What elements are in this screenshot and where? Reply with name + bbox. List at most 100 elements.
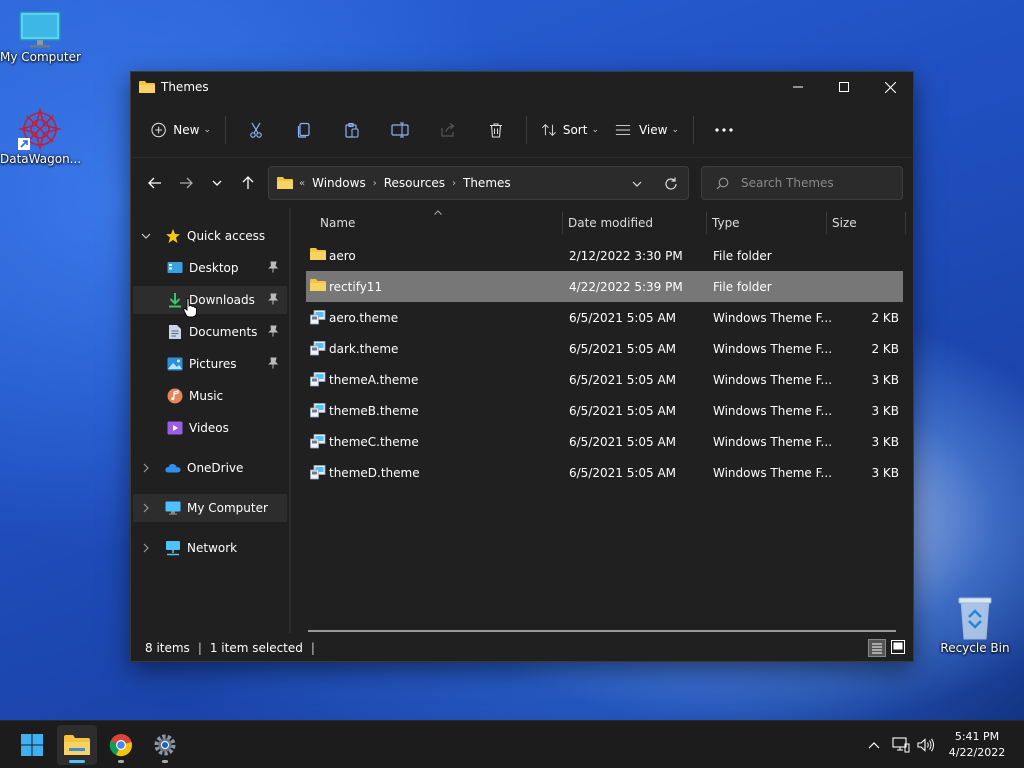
chevron-right-icon[interactable] [143, 543, 149, 553]
pin-icon[interactable] [267, 293, 279, 305]
large-icons-view-button[interactable] [890, 639, 908, 657]
desktop-icon-label: DataWagon... [0, 152, 82, 166]
theme-file-icon [310, 309, 326, 325]
file-row-dark-theme[interactable]: dark.theme 6/5/2021 5:05 AM Windows Theme … [306, 333, 903, 364]
desktop-icon-my-computer[interactable]: My Computer [0, 10, 81, 64]
active-indicator [69, 760, 85, 763]
sort-label: Sort [562, 122, 588, 137]
chevron-right-icon[interactable] [143, 503, 149, 513]
file-row-aero[interactable]: aero 2/12/2022 3:30 PM File folder [306, 240, 903, 271]
up-button[interactable] [232, 168, 263, 198]
column-header-name[interactable]: Name [320, 208, 560, 238]
maximize-button[interactable] [821, 72, 867, 102]
horizontal-scrollbar[interactable] [308, 630, 896, 632]
sidebar-item-quick-access[interactable]: Quick access [133, 222, 287, 250]
file-name: themeC.theme [329, 434, 419, 449]
desktop-icon-recycle-bin[interactable]: Recycle Bin [935, 595, 1015, 655]
sidebar-item-desktop[interactable]: Desktop [133, 254, 287, 282]
datawagon-shortcut-icon [17, 106, 63, 152]
taskbar-clock[interactable]: 5:41 PM 4/22/2022 [944, 729, 1010, 761]
volume-button[interactable] [916, 735, 936, 755]
status-bar: 8 items | 1 item selected | [131, 635, 913, 661]
sidebar-item-documents[interactable]: Documents [133, 318, 287, 346]
search-input[interactable] [741, 176, 891, 190]
forward-button[interactable] [170, 168, 201, 198]
refresh-icon[interactable] [664, 177, 678, 191]
file-date-modified: 6/5/2021 5:05 AM [569, 372, 677, 387]
pin-icon[interactable] [267, 357, 279, 369]
file-row-rectify11[interactable]: rectify11 4/22/2022 5:39 PM File folder [306, 271, 903, 302]
cut-button[interactable] [232, 113, 280, 147]
file-date-modified: 6/5/2021 5:05 AM [569, 434, 677, 449]
taskbar-chrome[interactable] [101, 725, 141, 765]
file-row-themec-theme[interactable]: themeC.theme 6/5/2021 5:05 AM Windows Them… [306, 426, 903, 457]
column-divider[interactable] [905, 212, 906, 234]
sidebar-item-onedrive[interactable]: OneDrive [133, 454, 287, 482]
sidebar-item-downloads[interactable]: Downloads [133, 286, 287, 314]
new-button[interactable]: New ⌄ [143, 113, 219, 147]
file-type: Windows Theme F... [713, 403, 833, 418]
sidebar-item-pictures[interactable]: Pictures [133, 350, 287, 378]
star-icon [165, 228, 181, 244]
start-button[interactable] [12, 725, 52, 765]
breadcrumb-themes[interactable]: Themes [463, 176, 511, 190]
sidebar-item-music[interactable]: Music [133, 382, 287, 410]
overflow-crumb[interactable]: « [299, 178, 305, 189]
column-header-date[interactable]: Date modified [568, 208, 703, 238]
column-divider[interactable] [706, 212, 707, 234]
file-row-themea-theme[interactable]: themeA.theme 6/5/2021 5:05 AM Windows Them… [306, 364, 903, 395]
sidebar-item-label: Quick access [187, 229, 266, 243]
chevron-down-icon[interactable] [632, 181, 642, 187]
sort-button[interactable]: Sort ⌄ [533, 113, 607, 147]
search-box[interactable] [701, 166, 903, 200]
sidebar-item-network[interactable]: Network [133, 534, 287, 562]
network-status-button[interactable] [891, 735, 911, 755]
breadcrumb-windows[interactable]: Windows [312, 176, 366, 190]
address-bar[interactable]: « Windows › Resources › Themes [268, 166, 689, 200]
sidebar-item-videos[interactable]: Videos [133, 414, 287, 442]
copy-button[interactable] [280, 113, 328, 147]
title-bar[interactable]: Themes [131, 72, 913, 102]
column-header-type[interactable]: Type [712, 208, 822, 238]
view-button[interactable]: View ⌄ [607, 113, 687, 147]
file-row-aero-theme[interactable]: aero.theme 6/5/2021 5:05 AM Windows Theme … [306, 302, 903, 333]
chevron-down-icon[interactable] [141, 233, 151, 239]
details-view-button[interactable] [868, 639, 886, 657]
share-button[interactable] [424, 113, 472, 147]
delete-button[interactable] [472, 113, 520, 147]
breadcrumb-resources[interactable]: Resources [384, 176, 445, 190]
share-icon [441, 122, 455, 137]
file-row-themed-theme[interactable]: themeD.theme 6/5/2021 5:05 AM Windows Them… [306, 457, 903, 488]
rename-button[interactable] [376, 113, 424, 147]
sidebar-item-my-computer[interactable]: My Computer [133, 494, 287, 522]
music-icon [167, 388, 183, 404]
back-button[interactable] [139, 168, 170, 198]
details-view-icon [872, 643, 882, 654]
desktop-icon-datawagon[interactable]: DataWagon... [0, 106, 82, 166]
chevron-right-icon[interactable]: › [452, 178, 456, 189]
folder-icon [277, 177, 293, 189]
toolbar-divider [526, 115, 527, 144]
chevron-right-icon[interactable]: › [373, 178, 377, 189]
column-divider[interactable] [826, 212, 827, 234]
show-hidden-icons-button[interactable] [864, 735, 884, 755]
column-header-size[interactable]: Size [832, 208, 902, 238]
pin-icon[interactable] [267, 261, 279, 273]
file-name: themeA.theme [329, 372, 419, 387]
chevron-right-icon[interactable] [143, 463, 149, 473]
view-list-icon [615, 124, 631, 135]
taskbar-file-explorer[interactable] [57, 725, 97, 765]
close-button[interactable] [867, 72, 913, 102]
start-icon [21, 734, 43, 756]
network-icon [892, 737, 910, 753]
more-options-button[interactable] [700, 113, 748, 147]
sidebar-item-label: Pictures [189, 357, 237, 371]
pin-icon[interactable] [267, 325, 279, 337]
arrow-right-icon [179, 177, 193, 189]
recent-locations-button[interactable] [201, 168, 232, 198]
minimize-button[interactable] [775, 72, 821, 102]
paste-button[interactable] [328, 113, 376, 147]
taskbar-settings[interactable] [145, 725, 185, 765]
column-divider[interactable] [562, 212, 563, 234]
file-row-themeb-theme[interactable]: themeB.theme 6/5/2021 5:05 AM Windows Them… [306, 395, 903, 426]
